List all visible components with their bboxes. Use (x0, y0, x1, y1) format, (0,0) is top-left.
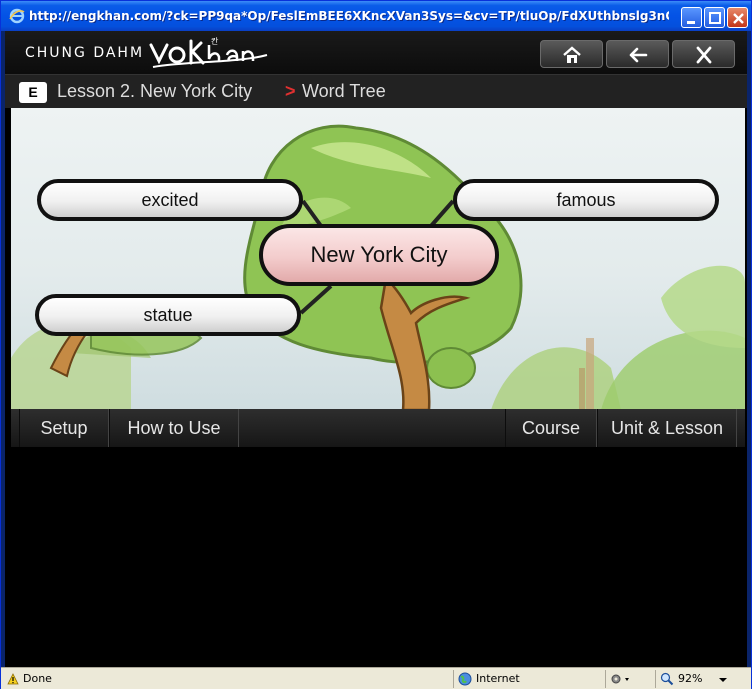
arrow-left-icon (629, 47, 648, 63)
page-title: Word Tree (302, 81, 386, 101)
status-text: Done (23, 672, 52, 685)
word-statue[interactable]: statue (35, 294, 301, 336)
word-tree-scene: excited famous statue New York City (11, 108, 745, 410)
vokhan-logo: 칸 (149, 36, 268, 68)
zoom-icon (660, 672, 674, 686)
home-icon (563, 46, 581, 63)
close-icon (733, 13, 744, 24)
level-badge: E (19, 82, 47, 103)
title-bar: http://engkhan.com/?ck=PP9qa*Op/FeslEmBE… (1, 1, 751, 31)
back-button[interactable] (606, 40, 669, 68)
status-done: Done (3, 670, 263, 688)
zoom-control[interactable]: 92% (655, 670, 747, 688)
breadcrumb-lesson: Lesson 2. New York City (57, 81, 253, 101)
window-close-button[interactable] (727, 7, 748, 28)
status-bar: Done Internet 92% (1, 667, 751, 689)
ie-icon (9, 8, 25, 24)
maximize-button[interactable] (704, 7, 725, 28)
security-zone[interactable]: Internet (453, 670, 603, 688)
word-excited[interactable]: excited (37, 179, 303, 221)
browser-window: http://engkhan.com/?ck=PP9qa*Op/FeslEmBE… (0, 0, 752, 689)
minimize-button[interactable] (681, 7, 702, 28)
zoom-level: 92% (678, 672, 703, 685)
home-button[interactable] (540, 40, 603, 68)
warning-icon (7, 673, 19, 685)
minimize-icon (687, 21, 695, 24)
globe-icon (458, 672, 472, 686)
bottom-nav: Setup How to Use Course Unit & Lesson (11, 409, 745, 447)
maximize-icon (709, 12, 721, 24)
breadcrumb-separator: > (285, 81, 296, 101)
center-word[interactable]: New York City (259, 224, 499, 286)
brand-name: CHUNG DAHM (25, 45, 145, 61)
app-close-button[interactable] (672, 40, 735, 68)
protected-mode[interactable] (605, 670, 655, 688)
setup-button[interactable]: Setup (19, 409, 109, 447)
zone-text: Internet (476, 672, 520, 685)
svg-text:칸: 칸 (211, 36, 219, 46)
breadcrumb: E Lesson 2. New York City > Word Tree (5, 74, 747, 108)
chevron-down-icon (719, 678, 727, 682)
unit-lesson-button[interactable]: Unit & Lesson (597, 409, 737, 447)
app-header: CHUNG DAHM 칸 (5, 31, 747, 74)
word-famous[interactable]: famous (453, 179, 719, 221)
settings-icon (611, 674, 629, 684)
course-button[interactable]: Course (505, 409, 597, 447)
browser-content: CHUNG DAHM 칸 E Lesson 2. New York City >… (5, 31, 747, 667)
close-icon (696, 46, 712, 64)
empty-content-area (11, 447, 745, 665)
window-title: http://engkhan.com/?ck=PP9qa*Op/FeslEmBE… (29, 9, 669, 23)
how-to-use-button[interactable]: How to Use (109, 409, 239, 447)
